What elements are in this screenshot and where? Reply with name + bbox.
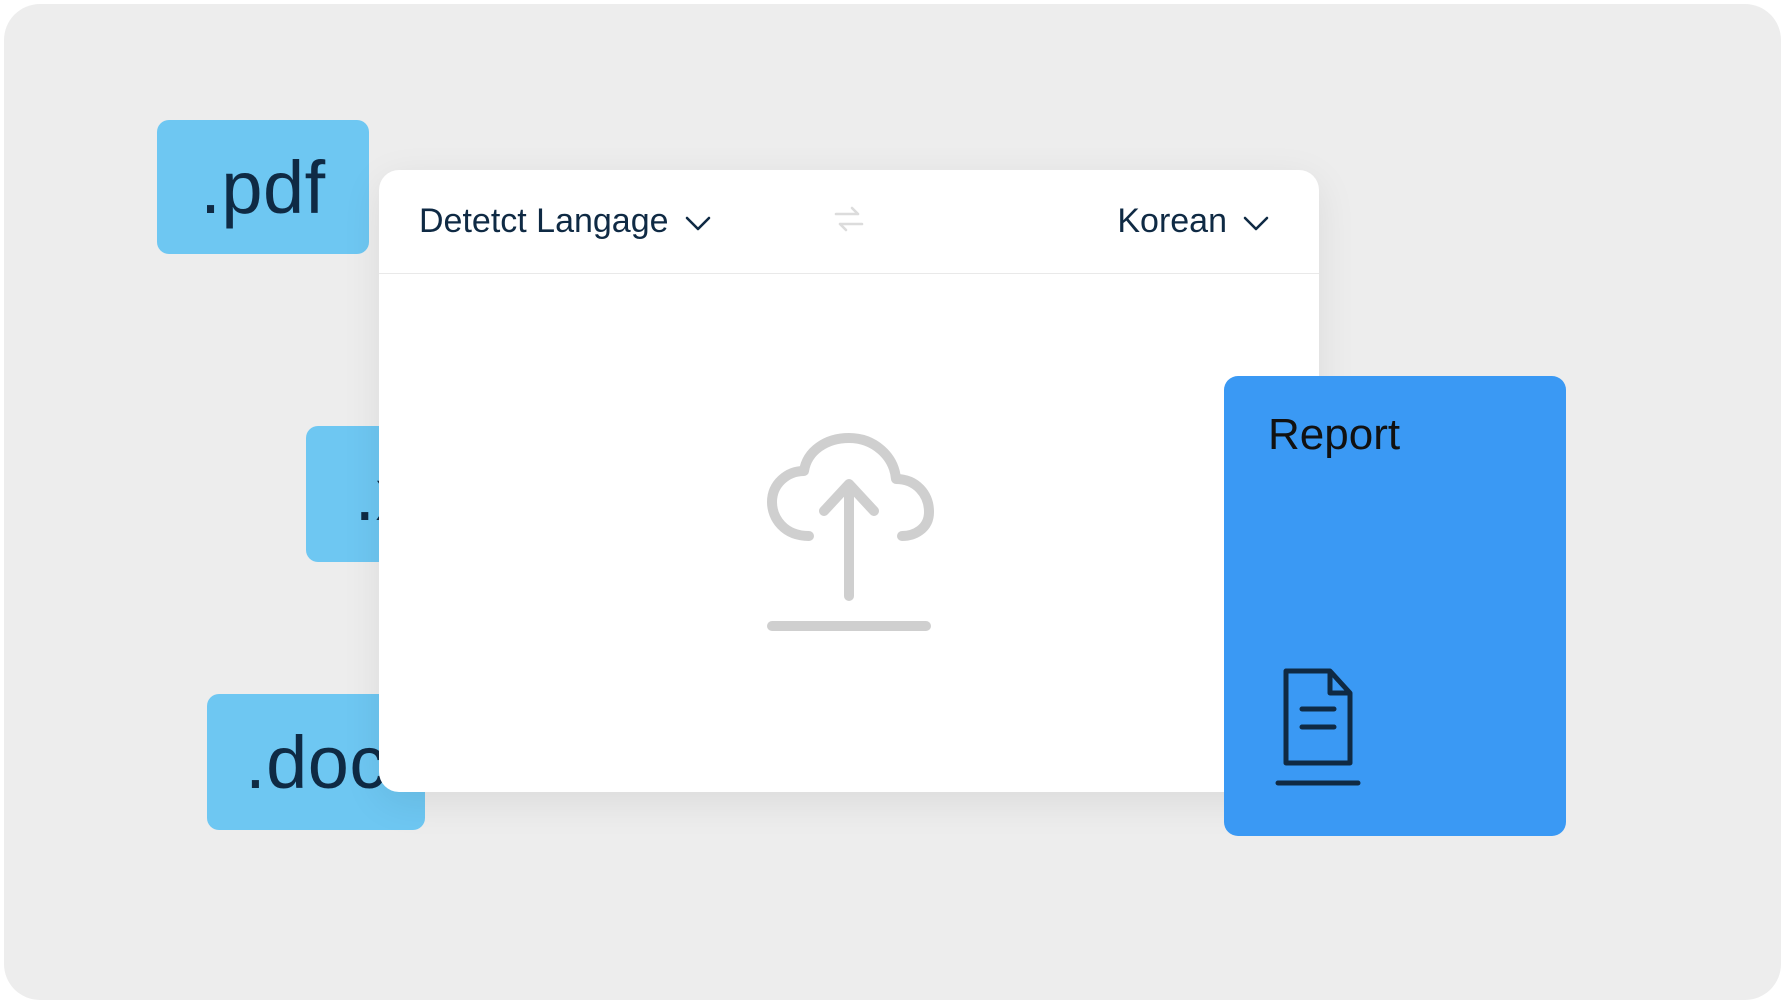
filetype-badge-pdf[interactable]: .pdf (157, 120, 369, 254)
swap-languages-button[interactable] (832, 204, 866, 239)
chevron-down-icon (1243, 202, 1269, 241)
target-language-label: Korean (1117, 202, 1227, 241)
source-language-label: Detetct Langage (419, 202, 669, 241)
document-icon (1272, 667, 1364, 792)
card-header: Detetct Langage Korean (379, 170, 1319, 274)
filetype-badge-label: .pdf (200, 145, 325, 230)
translator-card: Detetct Langage Korean (379, 170, 1319, 792)
filetype-badge-label: .doc (245, 720, 387, 805)
report-title: Report (1268, 410, 1522, 460)
swap-arrows-icon (832, 204, 866, 239)
target-language-select[interactable]: Korean (1117, 202, 1269, 241)
report-card[interactable]: Report (1224, 376, 1566, 836)
chevron-down-icon (685, 202, 711, 241)
cloud-upload-icon (754, 426, 944, 641)
canvas-background: .pdf .xls .doc Detetct Langage (4, 4, 1781, 1000)
source-language-select[interactable]: Detetct Langage (419, 202, 711, 241)
upload-dropzone[interactable] (379, 274, 1319, 792)
